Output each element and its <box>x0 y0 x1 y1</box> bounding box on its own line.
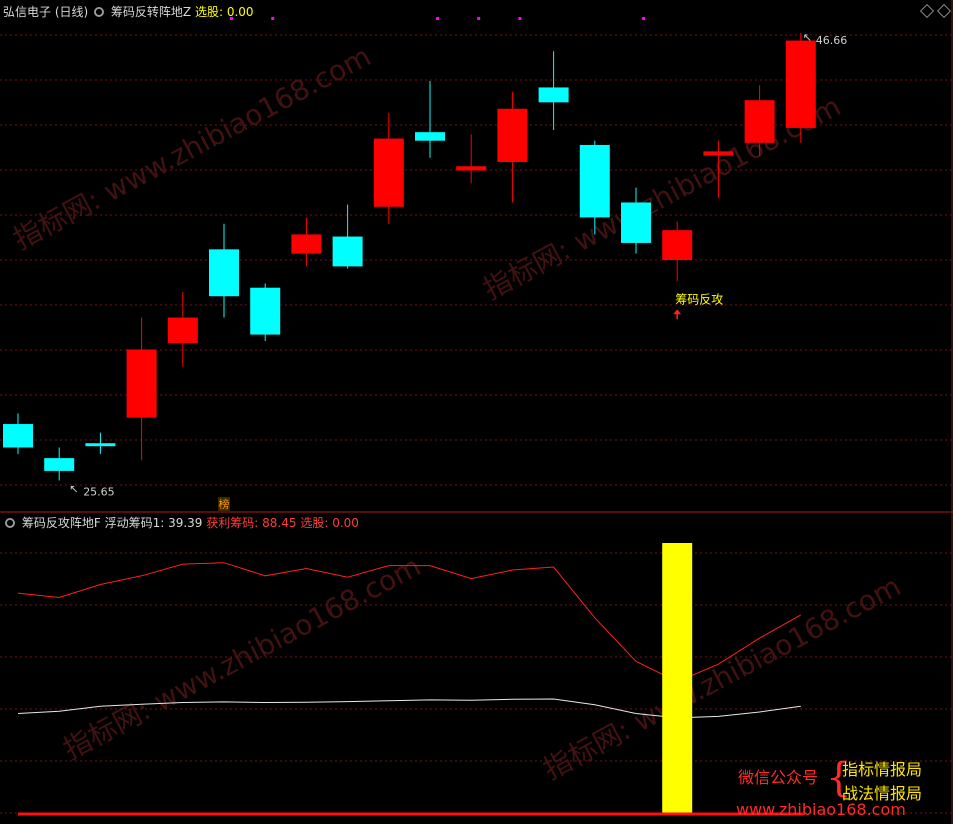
sub-pick-label: 选股: <box>300 516 329 530</box>
candle-body[interactable] <box>44 458 75 471</box>
candle-body[interactable] <box>291 234 322 254</box>
indicator-name[interactable]: 筹码反转阵地Z <box>111 5 191 19</box>
candle-body[interactable] <box>497 108 528 162</box>
candle-body[interactable] <box>744 100 775 143</box>
watermark-box: 微信公众号 { 指标情报局 战法情报局 www.zhibiao168.com <box>736 758 943 820</box>
pick-dot <box>642 17 645 20</box>
chart-canvas[interactable]: 指标网: www.zhibiao168.com 指标网: www.zhibiao1… <box>0 0 953 824</box>
signal-label: 筹码反攻 <box>675 292 723 306</box>
high-price-label: 46.66 <box>816 34 848 47</box>
candle-body[interactable] <box>167 317 198 344</box>
candle-body[interactable] <box>621 202 651 243</box>
brand-line-1: 指标情报局 <box>842 760 923 779</box>
candle-body[interactable] <box>209 249 239 297</box>
signal-bar[interactable] <box>662 543 693 815</box>
candle-body[interactable] <box>662 230 693 260</box>
sub-indicator-toggle-icon[interactable]: ● <box>5 518 15 528</box>
stock-name: 弘信电子 <box>3 5 52 19</box>
watermark-text: 指标网: www.zhibiao168.com <box>8 39 376 256</box>
candle-body[interactable] <box>332 236 363 267</box>
candle-body[interactable] <box>538 87 569 103</box>
low-price-label: 25.65 <box>83 486 115 499</box>
candle-body[interactable] <box>785 40 816 128</box>
period-label: (日线) <box>54 5 89 19</box>
main-panel-header: 弘信电子 (日线) ● 筹码反转阵地Z 选股: 0.00 <box>3 3 254 20</box>
candle-body[interactable] <box>415 132 445 141</box>
sub-pick-value: 0.00 <box>332 516 359 530</box>
high-arrow-icon: ↖ <box>803 31 812 44</box>
sub-indicator-name[interactable]: 筹码反攻阵地F <box>22 516 101 530</box>
low-arrow-icon: ↖ <box>69 483 78 496</box>
bang-marker: 榜 <box>219 497 230 511</box>
pick-dot <box>436 17 439 20</box>
pick-value: 0.00 <box>226 5 254 19</box>
float-value: 39.39 <box>168 516 203 530</box>
brand-url: www.zhibiao168.com <box>736 800 906 819</box>
candle-body[interactable] <box>373 138 404 207</box>
profit-value: 88.45 <box>262 516 297 530</box>
pick-dot <box>477 17 481 20</box>
profit-label: 获利筹码: <box>206 516 259 530</box>
wechat-label: 微信公众号 <box>738 768 819 787</box>
pick-label: 选股: <box>194 5 223 19</box>
sub-panel-header: ● 筹码反攻阵地F 浮动筹码1: 39.39 获利筹码: 88.45 选股: 0… <box>3 514 359 531</box>
candle-body[interactable] <box>456 166 487 171</box>
candle-body[interactable] <box>126 349 157 418</box>
candle-body[interactable] <box>3 424 33 448</box>
candle-body[interactable] <box>85 443 116 447</box>
candle-body[interactable] <box>250 287 281 335</box>
float-label: 浮动筹码1: <box>104 516 165 530</box>
watermark-text: 指标网: www.zhibiao168.com <box>538 569 906 786</box>
candle-body[interactable] <box>703 151 734 156</box>
pick-dot <box>518 17 522 20</box>
indicator-toggle-icon[interactable]: ● <box>94 7 105 17</box>
candle-body[interactable] <box>579 144 610 218</box>
pick-dot <box>271 17 275 20</box>
